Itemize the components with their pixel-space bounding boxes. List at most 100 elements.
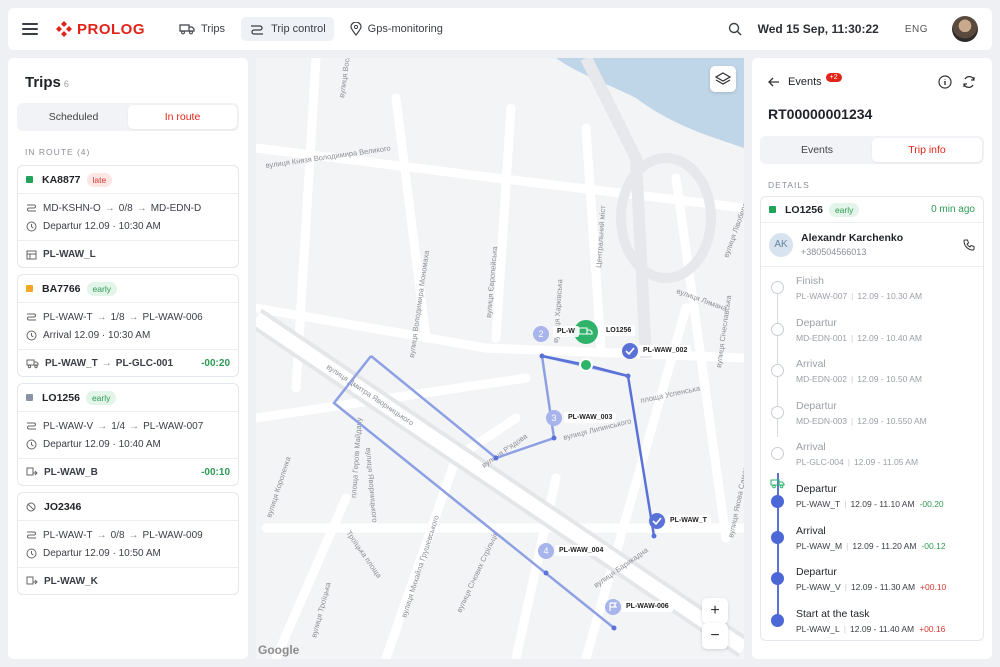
current-datetime: Wed 15 Sep, 11:30:22 [757, 22, 879, 36]
stop-label: PL-W [553, 326, 579, 337]
trips-tabs: Scheduled In route [17, 103, 239, 131]
route-node [543, 570, 549, 576]
tab-in-route[interactable]: In route [128, 105, 237, 129]
time-row: Departur 12.09 · 10:40 AM [26, 435, 230, 453]
status-square [769, 206, 776, 213]
timeline-event[interactable]: Finish PL-WAW-007 | 12.09 - 10.30 AM [761, 275, 983, 317]
clock-icon [26, 221, 37, 231]
top-bar: PROLOG Trips Trip control Gps-monitoring… [8, 8, 992, 50]
trip-card-lo1256[interactable]: LO1256 early PL-WAW-V → 1/4 → PL-WAW-007 D… [17, 383, 239, 486]
trip-card-footer: PL-WAW_T → PL-GLC-001 -00:20 [18, 350, 238, 376]
warehouse-icon [26, 250, 37, 259]
map-canvas[interactable]: вулиця Воскресенська вулиця Князя Володи… [256, 58, 744, 659]
event-delta: +00.16 [919, 623, 946, 634]
time-label: Arrival 12.09 · 10:30 AM [43, 329, 151, 341]
details-tabs: Events Trip info [760, 136, 984, 164]
tab-trip-info[interactable]: Trip info [872, 138, 982, 162]
event-time: 12.09 - 10.40 AM [857, 332, 922, 343]
separator: | [851, 374, 854, 385]
blocked-icon [26, 502, 36, 511]
tab-scheduled[interactable]: Scheduled [19, 105, 128, 129]
event-stop: PL-WAW_V [796, 582, 841, 593]
street-label: вулиця Короленка [264, 455, 292, 519]
separator: | [851, 415, 854, 426]
trip-card-ka8877[interactable]: KA8877 late MD-KSHN-O → 0/8 → MD-EDN-D Dep… [17, 165, 239, 268]
brand-name: PROLOG [77, 20, 146, 38]
nav-trip-control[interactable]: Trip control [241, 17, 334, 41]
time-label: Departur 12.09 · 10:50 AM [43, 547, 161, 559]
trip-card-jo2346[interactable]: JO2346 PL-WAW-T → 0/8 → PL-WAW-009 Departu… [17, 492, 239, 595]
event-time: 12.09 - 10.550 AM [857, 415, 927, 426]
event-stop: PL-WAW_L [796, 623, 840, 634]
event-dot-done [771, 530, 784, 544]
route-progress: 1/4 [111, 420, 126, 432]
event-title: Departur [796, 399, 837, 412]
separator: | [843, 623, 846, 634]
timeline-event[interactable]: Arrival MD-EDN-002 | 12.09 - 10.50 AM [761, 358, 983, 400]
route-progress: 0/8 [118, 202, 133, 214]
event-time: 12.09 - 11.10 AM [850, 498, 915, 509]
trip-card-ba7766[interactable]: BA7766 early PL-WAW-T → 1/8 → PL-WAW-006 A… [17, 274, 239, 377]
user-avatar[interactable] [952, 16, 978, 42]
truck-icon [179, 24, 195, 35]
layers-button[interactable] [710, 66, 736, 92]
timeline-event[interactable]: Departur MD-EDN-001 | 12.09 - 10.40 AM [761, 317, 983, 359]
event-stop: MD-EDN-002 [796, 374, 848, 385]
trip-card-header: JO2346 [18, 493, 238, 521]
phone-icon[interactable] [963, 239, 975, 251]
stop-label: PL-WAW_004 [555, 545, 608, 556]
arrow-icon: → [128, 529, 139, 541]
completed-route [541, 354, 656, 537]
loading-dock-icon [26, 576, 38, 584]
event-dot [771, 281, 784, 294]
info-icon[interactable] [938, 75, 952, 89]
nav-gps-monitoring[interactable]: Gps-monitoring [342, 16, 451, 42]
truck-icon [26, 359, 39, 368]
timeline-event[interactable]: Arrival PL-WAW_M | 12.09 - 11.20 AM -00.12 [761, 525, 983, 567]
menu-icon[interactable] [22, 23, 38, 35]
tab-events[interactable]: Events [762, 138, 872, 162]
route-row: PL-WAW-V → 1/4 → PL-WAW-007 [26, 417, 230, 435]
event-time: 12.09 - 11.05 AM [853, 457, 919, 468]
event-title: Departur [796, 482, 837, 495]
arrow-left-icon[interactable] [768, 77, 780, 87]
street-label: площа Героїв Майдану [349, 417, 364, 498]
zoom-out-button[interactable]: − [702, 623, 728, 649]
event-title: Start at the task [796, 607, 870, 620]
timeline-event[interactable]: Departur MD-EDN-003 | 12.09 - 10.550 AM [761, 400, 983, 442]
route-map[interactable]: вулиця Воскресенська вулиця Князя Володи… [256, 58, 744, 659]
timeline-event[interactable]: Arrival PL-GLC-004 | 12.09 - 11.05 AM [761, 441, 983, 483]
route-icon [27, 422, 36, 429]
prolog-logo-icon [56, 21, 72, 37]
trips-title: Trips 6 [25, 74, 239, 91]
refresh-icon[interactable] [962, 75, 976, 89]
vehicle-position-marker[interactable] [579, 358, 593, 372]
nav-trips[interactable]: Trips [171, 17, 233, 41]
timeline-event[interactable]: Departur PL-WAW_V | 12.09 - 11.30 AM +00.10 [761, 566, 983, 608]
brand-logo[interactable]: PROLOG [56, 21, 145, 38]
stop-label: PL-WAW_002 [639, 345, 692, 356]
separator: | [851, 332, 854, 343]
separator: | [846, 540, 849, 551]
stop-marker-check[interactable] [622, 343, 638, 359]
timeline-event[interactable]: Departur PL-WAW_T | 12.09 - 11.10 AM -00.20 [761, 479, 983, 525]
route-node [551, 435, 557, 441]
arrow-icon: → [129, 420, 140, 432]
stop-number: 3 [551, 413, 556, 423]
route-from: MD-KSHN-O [43, 202, 101, 214]
street-label: вулиця Січових Стрільців [455, 530, 501, 614]
event-stop: PL-WAW-007 [796, 291, 848, 301]
details-card: LO1256 early 0 min ago AK Alexandr Karch… [760, 196, 984, 641]
timeline-event[interactable]: Start at the task PL-WAW_L | 12.09 - 11.40… [761, 607, 983, 640]
back-to-events[interactable]: Events [788, 76, 822, 88]
time-delta: -00:20 [201, 357, 230, 369]
status-badge: early [828, 202, 860, 217]
planned-route [370, 354, 629, 460]
stop-marker-check[interactable] [649, 513, 665, 529]
event-sub: PL-GLC-004 | 12.09 - 11.05 AM [796, 457, 983, 467]
search-icon[interactable] [728, 22, 742, 36]
arrow-icon: → [101, 357, 112, 369]
language-selector[interactable]: ENG [905, 24, 928, 35]
event-title: Departur [796, 566, 837, 579]
zoom-in-button[interactable]: + [702, 598, 728, 624]
